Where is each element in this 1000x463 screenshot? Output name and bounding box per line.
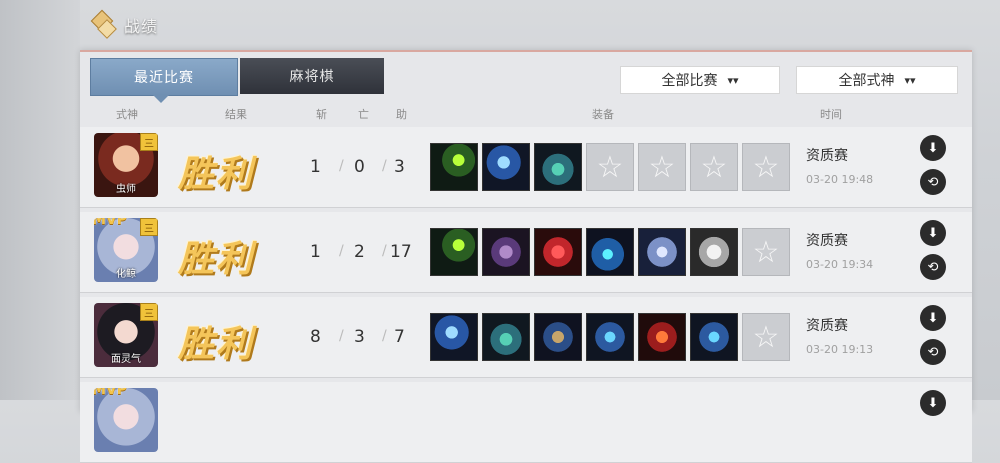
kill-count: 8 (310, 327, 321, 347)
equipment-slot[interactable] (586, 228, 634, 276)
equipment-slot[interactable] (638, 313, 686, 361)
record-panel: 最近比赛 麻将棋 全部比赛 ▾▾ 全部式神 ▾▾ 式神 结果 斩 亡 助 装备 … (80, 50, 972, 463)
page-title: 战绩 (124, 17, 159, 36)
column-kill: 斩 (316, 108, 327, 121)
download-icon[interactable]: ⬇ (920, 390, 946, 416)
equipment-slot[interactable] (586, 313, 634, 361)
diamond-logo-icon (90, 9, 117, 39)
column-equipment: 装备 (592, 108, 614, 121)
empty-slot: ☆ (742, 313, 790, 361)
tab-recent-matches[interactable]: 最近比赛 (90, 58, 238, 103)
result-victory: 胜利 (178, 154, 255, 195)
stat-divider: / (339, 158, 344, 174)
empty-slot: ☆ (638, 143, 686, 191)
title-bar: 战绩 (90, 6, 158, 44)
equipment-slot[interactable] (430, 313, 478, 361)
stat-divider: / (382, 158, 387, 174)
match-time: 03-20 19:48 (806, 173, 874, 186)
kill-count: 1 (310, 157, 321, 177)
equipment-slot[interactable] (690, 313, 738, 361)
match-filter-label: 全部比赛 (661, 73, 718, 89)
match-mode: 资质赛 (806, 148, 848, 164)
replay-icon[interactable]: ⟲ (920, 254, 946, 280)
column-shikigami: 式神 (116, 108, 138, 121)
stat-divider: / (382, 328, 387, 344)
death-count: 0 (354, 157, 365, 177)
tab-bar: 最近比赛 麻将棋 (90, 58, 384, 103)
avatar-name: 化鲸 (116, 269, 136, 280)
double-chevron-down-icon: ▾▾ (727, 73, 739, 87)
column-death: 亡 (358, 108, 369, 121)
empty-slot: ☆ (690, 143, 738, 191)
column-time: 时间 (820, 108, 842, 121)
equipment-slot[interactable] (430, 228, 478, 276)
equipment-slot[interactable] (690, 228, 738, 276)
table-row[interactable]: MVP 三 化鲸 胜利 1 / 2 / 17 ☆ 资质赛 03-20 19:34… (80, 212, 972, 293)
star-icon: ☆ (648, 149, 676, 185)
table-row[interactable]: 三 虫师 胜利 1 / 0 / 3 ☆ ☆ ☆ ☆ 资质赛 03-20 19:4… (80, 127, 972, 208)
equipment-slot[interactable] (534, 143, 582, 191)
download-icon[interactable]: ⬇ (920, 305, 946, 331)
star-icon: ☆ (752, 319, 780, 355)
empty-slot: ☆ (586, 143, 634, 191)
equipment-slot[interactable] (534, 228, 582, 276)
equipment-slot[interactable] (430, 143, 478, 191)
star-icon: ☆ (700, 149, 728, 185)
grade-badge: 三 (140, 218, 158, 236)
mvp-badge: MVP (94, 388, 128, 398)
match-time: 03-20 19:13 (806, 343, 874, 356)
star-icon: ☆ (752, 149, 780, 185)
match-mode: 资质赛 (806, 233, 848, 249)
avatar: MVP (94, 388, 158, 452)
match-mode: 资质赛 (806, 318, 848, 334)
download-icon[interactable]: ⬇ (920, 220, 946, 246)
stat-divider: / (339, 328, 344, 344)
column-result: 结果 (225, 108, 247, 121)
kill-count: 1 (310, 242, 321, 262)
match-filter-dropdown[interactable]: 全部比赛 ▾▾ (620, 66, 780, 94)
tab-mahjong-chess[interactable]: 麻将棋 (240, 58, 384, 94)
star-icon: ☆ (596, 149, 624, 185)
avatar: MVP 三 化鲸 (94, 218, 158, 282)
empty-slot: ☆ (742, 143, 790, 191)
avatar-name: 面灵气 (111, 354, 141, 365)
double-chevron-down-icon: ▾▾ (904, 73, 916, 87)
death-count: 2 (354, 242, 365, 262)
equipment-slot[interactable] (638, 228, 686, 276)
empty-slot: ☆ (742, 228, 790, 276)
replay-icon[interactable]: ⟲ (920, 169, 946, 195)
grade-badge: 三 (140, 303, 158, 321)
star-icon: ☆ (752, 234, 780, 270)
result-victory: 胜利 (178, 239, 255, 280)
stat-divider: / (339, 243, 344, 259)
avatar: 三 虫师 (94, 133, 158, 197)
death-count: 3 (354, 327, 365, 347)
equipment-slot[interactable] (482, 313, 530, 361)
shikigami-filter-label: 全部式神 (838, 73, 895, 89)
mvp-badge: MVP (94, 218, 128, 228)
table-header: 式神 结果 斩 亡 助 装备 时间 (80, 102, 972, 124)
shikigami-filter-dropdown[interactable]: 全部式神 ▾▾ (796, 66, 958, 94)
table-row[interactable]: MVP ⬇ (80, 382, 972, 463)
grade-badge: 三 (140, 133, 158, 151)
equipment-slot[interactable] (482, 143, 530, 191)
equipment-slot[interactable] (482, 228, 530, 276)
replay-icon[interactable]: ⟲ (920, 339, 946, 365)
avatar: 三 面灵气 (94, 303, 158, 367)
avatar-name: 虫师 (116, 184, 136, 195)
assist-count: 7 (394, 327, 405, 347)
assist-count: 17 (390, 242, 412, 262)
background-left (0, 0, 80, 400)
table-row[interactable]: 三 面灵气 胜利 8 / 3 / 7 ☆ 资质赛 03-20 19:13 ⬇ ⟲ (80, 297, 972, 378)
download-icon[interactable]: ⬇ (920, 135, 946, 161)
assist-count: 3 (394, 157, 405, 177)
match-time: 03-20 19:34 (806, 258, 874, 271)
column-assist: 助 (396, 108, 407, 121)
stat-divider: / (382, 243, 387, 259)
result-victory: 胜利 (178, 324, 255, 365)
equipment-slot[interactable] (534, 313, 582, 361)
